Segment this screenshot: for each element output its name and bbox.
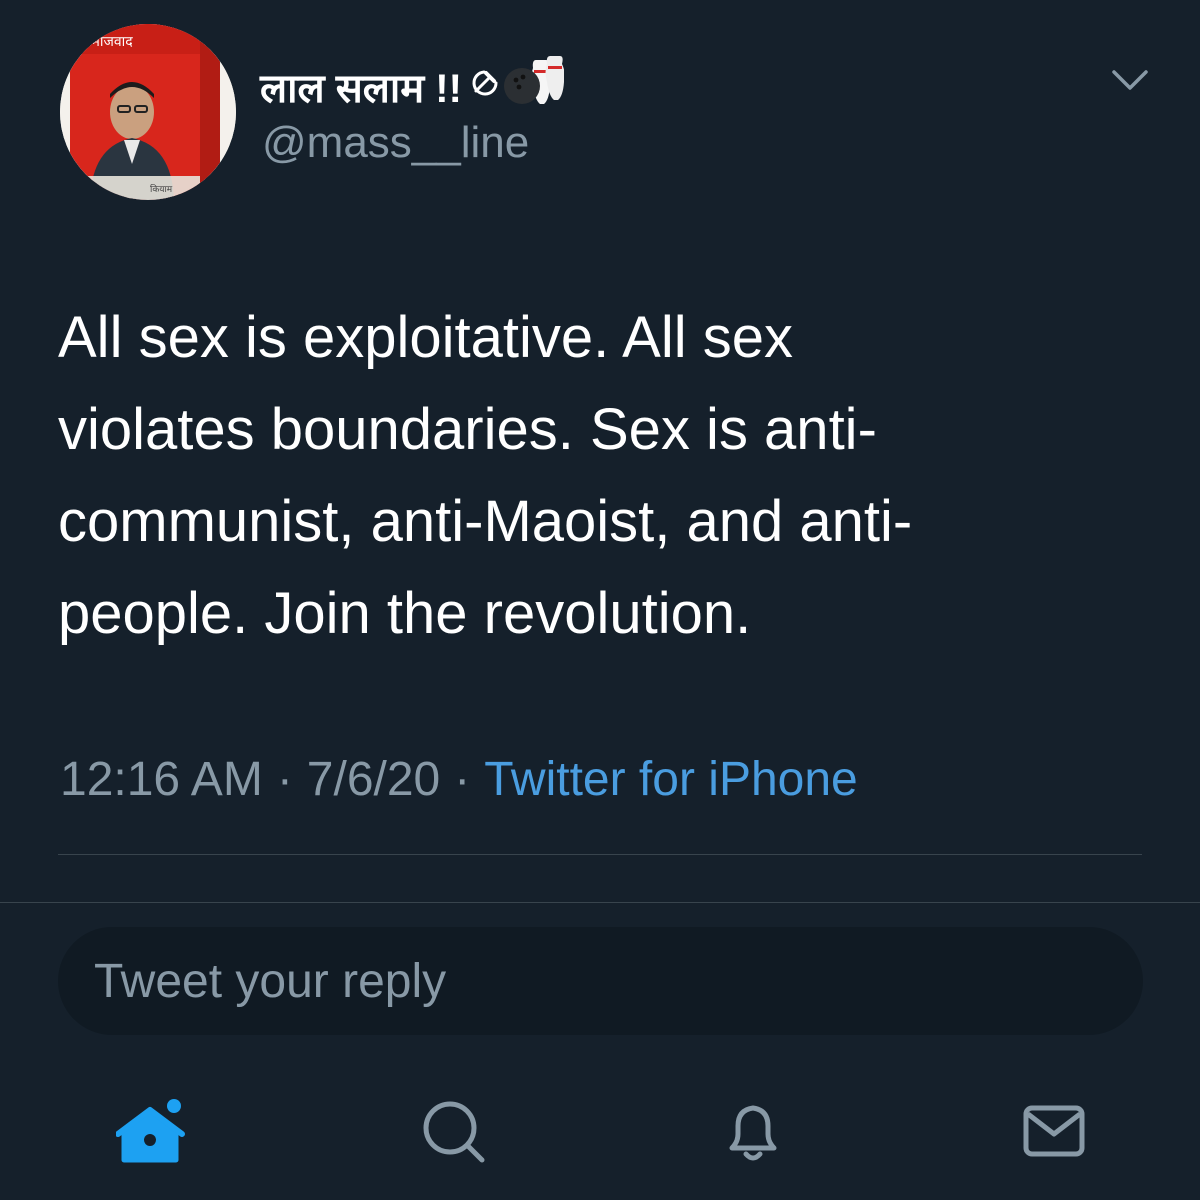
user-handle[interactable]: @mass__line xyxy=(262,118,529,168)
divider xyxy=(0,902,1200,903)
tweet-date: 7/6/20 xyxy=(306,753,441,806)
meta-separator: · xyxy=(454,753,471,806)
display-name[interactable]: लाल सलाम !! xyxy=(260,56,565,116)
chevron-down-icon[interactable] xyxy=(1108,60,1152,100)
name-emojis xyxy=(470,56,565,116)
svg-text:समाजवाद: समाजवाद xyxy=(82,34,133,50)
meta-separator: · xyxy=(276,753,293,806)
tweet-text: All sex is exploitative. All sex violate… xyxy=(58,305,913,646)
display-name-text: लाल सलाम !! xyxy=(260,66,462,111)
tab-home[interactable] xyxy=(116,1098,186,1168)
tweet-meta: 12:16 AM · 7/6/20 · Twitter for iPhone xyxy=(60,752,858,807)
reply-input[interactable]: Tweet your reply xyxy=(58,927,1143,1035)
tab-notifications[interactable] xyxy=(720,1098,790,1168)
divider xyxy=(58,854,1142,855)
messages-icon xyxy=(1020,1098,1090,1168)
hammer-sickle-icon xyxy=(470,64,502,109)
avatar[interactable]: समाजवाद कियाम xyxy=(60,24,236,200)
svg-text:कियाम: कियाम xyxy=(150,183,173,195)
search-icon xyxy=(420,1098,490,1168)
notifications-icon xyxy=(720,1098,790,1168)
tweet-source-link[interactable]: Twitter for iPhone xyxy=(484,753,858,806)
tweet-detail-screen: समाजवाद कियाम लाल सलाम !! @mass__line Al… xyxy=(0,0,1200,1200)
tab-messages[interactable] xyxy=(1020,1098,1090,1168)
reply-placeholder: Tweet your reply xyxy=(94,954,447,1008)
bowling-icon xyxy=(502,56,565,116)
tab-search[interactable] xyxy=(420,1098,490,1168)
tweet-time: 12:16 AM xyxy=(60,753,263,806)
home-icon xyxy=(116,1098,186,1168)
